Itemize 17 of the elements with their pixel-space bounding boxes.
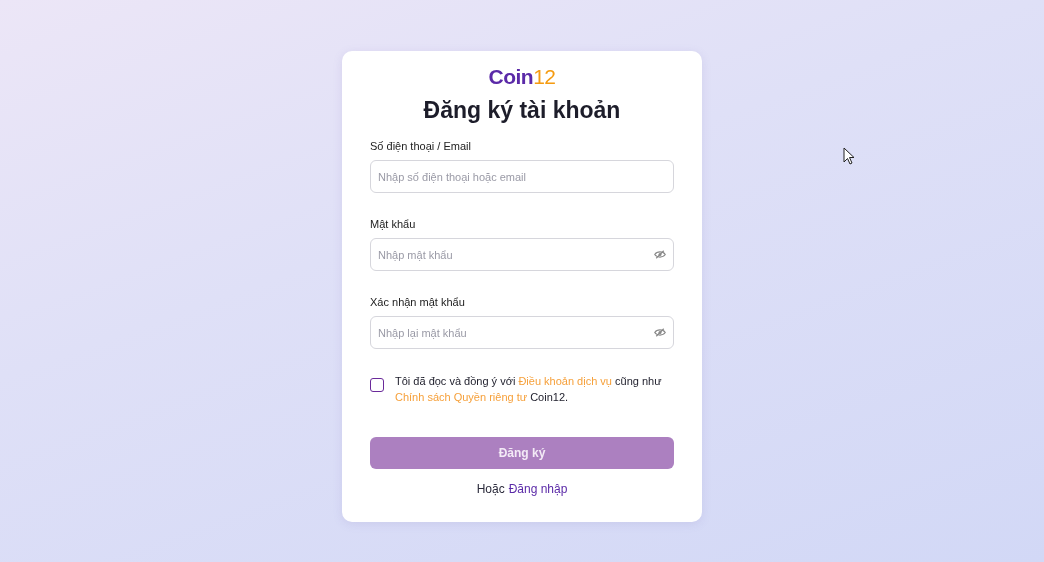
hidden-eye-icon[interactable] — [654, 328, 666, 337]
checkbox[interactable] — [370, 378, 384, 392]
or-text: Hoặc — [476, 482, 505, 496]
input-field[interactable]: Nhập số điện thoại hoặc email — [370, 160, 674, 193]
hidden-eye-icon[interactable] — [654, 250, 666, 259]
page-title: Đăng ký tài khoản — [423, 96, 621, 125]
mouse-cursor-icon — [843, 147, 855, 165]
terms-link[interactable]: Điều khoản dịch vụ — [518, 375, 612, 387]
agreement-text: Tôi đã đọc và đồng ý với Điều khoản dịch vụ cũng như Chính sách Quyền riêng tư Coin12. — [395, 374, 663, 405]
privacy-link[interactable]: Chính sách Quyền riêng tư — [395, 391, 528, 403]
logo: Coin12 — [488, 65, 556, 89]
field-label: Mật khẩu — [370, 217, 416, 231]
input-field[interactable]: Nhập mật khẩu — [370, 238, 674, 271]
login-link[interactable]: Đăng nhập — [508, 482, 568, 496]
field-label: Xác nhận mật khẩu — [370, 295, 465, 309]
field-label: Số điện thoại / Email — [370, 139, 471, 153]
input-field[interactable]: Nhập lại mật khẩu — [370, 316, 674, 349]
